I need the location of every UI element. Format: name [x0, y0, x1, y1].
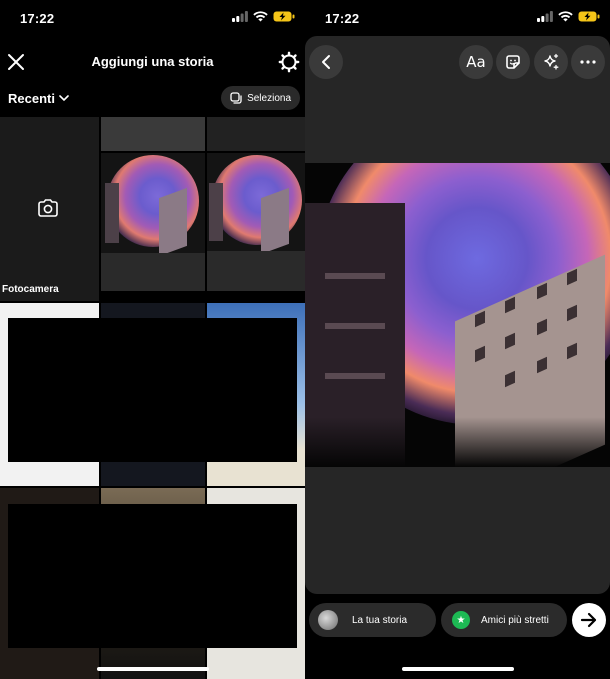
- avatar: [318, 610, 338, 630]
- chevron-left-icon: [322, 55, 330, 69]
- home-indicator: [402, 667, 514, 671]
- more-button[interactable]: [571, 45, 605, 79]
- arrow-right-icon: [580, 612, 597, 628]
- share-bar: La tua storia ★ Amici più stretti: [305, 603, 610, 637]
- story-photo[interactable]: [305, 163, 610, 467]
- home-indicator: [97, 667, 209, 671]
- settings-button[interactable]: [277, 50, 301, 74]
- album-label: Recenti: [8, 91, 55, 106]
- select-label: Seleziona: [247, 92, 291, 104]
- effects-button[interactable]: [534, 45, 568, 79]
- text-tool-button[interactable]: Aa: [459, 45, 493, 79]
- camera-tile[interactable]: Fotocamera: [0, 117, 99, 301]
- status-icons: [232, 11, 295, 22]
- picker-header: Aggiungi una storia: [0, 44, 305, 80]
- status-time: 17:22: [20, 11, 55, 26]
- chevron-down-icon: [59, 95, 69, 102]
- star-icon: ★: [452, 611, 470, 629]
- album-selector[interactable]: Recenti: [8, 91, 69, 106]
- status-icons: [537, 11, 600, 22]
- redacted-area: [8, 318, 297, 462]
- status-bar: 17:22: [305, 0, 610, 36]
- back-button[interactable]: [309, 45, 343, 79]
- story-picker-panel: 17:22 Aggiungi una storia Recenti Selezi…: [0, 0, 305, 679]
- your-story-button[interactable]: La tua storia: [309, 603, 436, 637]
- story-editor-panel: 17:22 Aa La tua storia ★ Amici più stret…: [305, 0, 610, 679]
- page-title: Aggiungi una storia: [91, 54, 214, 69]
- sticker-button[interactable]: [496, 45, 530, 79]
- media-thumbnail[interactable]: [207, 117, 305, 151]
- status-time: 17:22: [325, 11, 360, 26]
- camera-icon: [38, 199, 58, 217]
- close-friends-label: Amici più stretti: [481, 614, 549, 626]
- multi-select-icon: [230, 92, 242, 104]
- your-story-label: La tua storia: [352, 614, 408, 626]
- next-button[interactable]: [572, 603, 606, 637]
- gear-icon: [278, 51, 300, 73]
- text-tool-label: Aa: [466, 53, 486, 71]
- sparkles-icon: [544, 53, 559, 70]
- status-bar: 17:22: [0, 0, 305, 36]
- close-friends-button[interactable]: ★ Amici più stretti: [441, 603, 567, 637]
- camera-label: Fotocamera: [2, 284, 59, 295]
- media-thumbnail[interactable]: [207, 153, 305, 291]
- battery-charging-icon: [273, 11, 295, 22]
- more-icon: [580, 60, 596, 64]
- media-thumbnail[interactable]: [101, 117, 205, 151]
- story-canvas: Aa: [305, 36, 610, 594]
- redacted-area: [8, 504, 297, 648]
- select-button[interactable]: Seleziona: [221, 86, 300, 110]
- media-thumbnail[interactable]: [101, 153, 205, 291]
- wifi-icon: [558, 11, 573, 22]
- wifi-icon: [253, 11, 268, 22]
- signal-icon: [232, 11, 248, 22]
- battery-charging-icon: [578, 11, 600, 22]
- sticker-icon: [506, 55, 520, 69]
- signal-icon: [537, 11, 553, 22]
